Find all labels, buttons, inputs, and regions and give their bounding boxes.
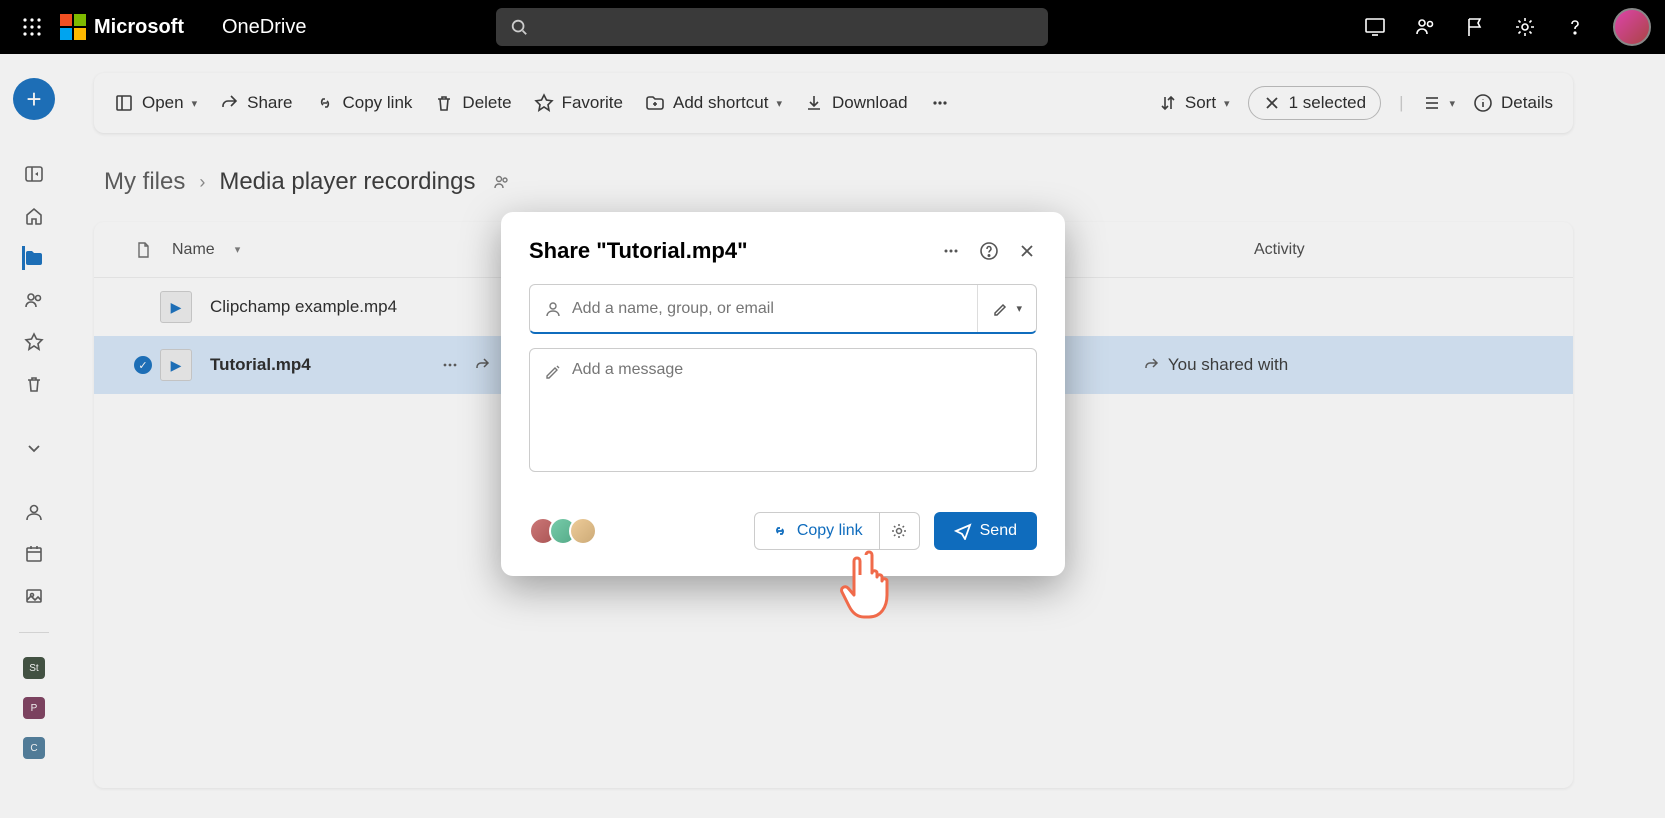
settings-icon[interactable] bbox=[1513, 15, 1537, 39]
file-name: Clipchamp example.mp4 bbox=[210, 297, 397, 317]
open-button[interactable]: Open▾ bbox=[114, 93, 197, 113]
crumb-current: Media player recordings bbox=[219, 168, 475, 196]
user-avatar[interactable] bbox=[1613, 8, 1651, 46]
shared-icon[interactable] bbox=[22, 288, 46, 312]
dialog-more-icon[interactable] bbox=[941, 241, 961, 261]
sort-button[interactable]: Sort▾ bbox=[1159, 93, 1230, 113]
col-activity[interactable]: Activity bbox=[1254, 241, 1305, 258]
dialog-title: Share "Tutorial.mp4" bbox=[529, 238, 748, 264]
activity-label: You shared with bbox=[1168, 355, 1288, 375]
shared-badge-icon bbox=[493, 173, 511, 191]
recipient-input[interactable]: ▾ bbox=[529, 284, 1037, 334]
chevron-right-icon: › bbox=[199, 172, 205, 193]
search-input[interactable] bbox=[496, 8, 1048, 46]
message-input[interactable] bbox=[529, 348, 1037, 472]
share-dialog: Share "Tutorial.mp4" ▾ Copy link bbox=[501, 212, 1065, 576]
col-name[interactable]: Name bbox=[172, 241, 215, 259]
chevron-down-icon[interactable] bbox=[22, 436, 46, 460]
download-button[interactable]: Download bbox=[804, 93, 908, 113]
person-icon[interactable] bbox=[22, 500, 46, 524]
close-icon[interactable] bbox=[1017, 241, 1037, 261]
app-title[interactable]: OneDrive bbox=[222, 16, 306, 39]
desktop-icon[interactable] bbox=[1363, 15, 1387, 39]
crumb-root[interactable]: My files bbox=[104, 168, 185, 196]
delete-button[interactable]: Delete bbox=[434, 93, 511, 113]
panel-icon[interactable] bbox=[22, 162, 46, 186]
send-button[interactable]: Send bbox=[934, 512, 1037, 550]
view-button[interactable]: ▾ bbox=[1422, 93, 1456, 113]
favorites-icon[interactable] bbox=[22, 330, 46, 354]
file-name: Tutorial.mp4 bbox=[210, 355, 311, 375]
microsoft-logo: Microsoft bbox=[60, 14, 184, 40]
more-icon[interactable] bbox=[441, 356, 459, 374]
home-icon[interactable] bbox=[22, 204, 46, 228]
selected-count-label: 1 selected bbox=[1289, 93, 1367, 113]
add-shortcut-button[interactable]: Add shortcut▾ bbox=[645, 93, 782, 113]
recycle-icon[interactable] bbox=[22, 372, 46, 396]
link-settings-button[interactable] bbox=[880, 512, 920, 550]
favorite-button[interactable]: Favorite bbox=[534, 93, 623, 113]
calendar-icon[interactable] bbox=[22, 542, 46, 566]
rail-app-st[interactable]: St bbox=[23, 657, 45, 679]
rail-app-p[interactable]: P bbox=[23, 697, 45, 719]
check-icon[interactable]: ✓ bbox=[134, 356, 152, 374]
more-button[interactable] bbox=[930, 93, 950, 113]
files-icon[interactable] bbox=[22, 246, 46, 270]
file-type-icon bbox=[134, 241, 152, 259]
share-row-icon[interactable] bbox=[473, 356, 491, 374]
app-launcher-icon[interactable] bbox=[14, 9, 50, 45]
copy-link-button[interactable]: Copy link bbox=[315, 93, 413, 113]
share-button[interactable]: Share bbox=[219, 93, 292, 113]
copy-link-button[interactable]: Copy link bbox=[754, 512, 880, 550]
video-icon: ▶ bbox=[160, 291, 192, 323]
breadcrumb: My files › Media player recordings bbox=[104, 168, 511, 196]
teams-icon[interactable] bbox=[1413, 15, 1437, 39]
shared-with-avatars[interactable] bbox=[529, 517, 597, 545]
permission-dropdown[interactable]: ▾ bbox=[977, 285, 1022, 332]
help-icon[interactable] bbox=[1563, 15, 1587, 39]
selection-pill[interactable]: 1 selected bbox=[1248, 86, 1382, 120]
photos-icon[interactable] bbox=[22, 584, 46, 608]
video-icon: ▶ bbox=[160, 349, 192, 381]
details-button[interactable]: Details bbox=[1473, 93, 1553, 113]
dialog-help-icon[interactable] bbox=[979, 241, 999, 261]
rail-app-c[interactable]: C bbox=[23, 737, 45, 759]
flag-icon[interactable] bbox=[1463, 15, 1487, 39]
new-button[interactable]: + bbox=[13, 78, 55, 120]
